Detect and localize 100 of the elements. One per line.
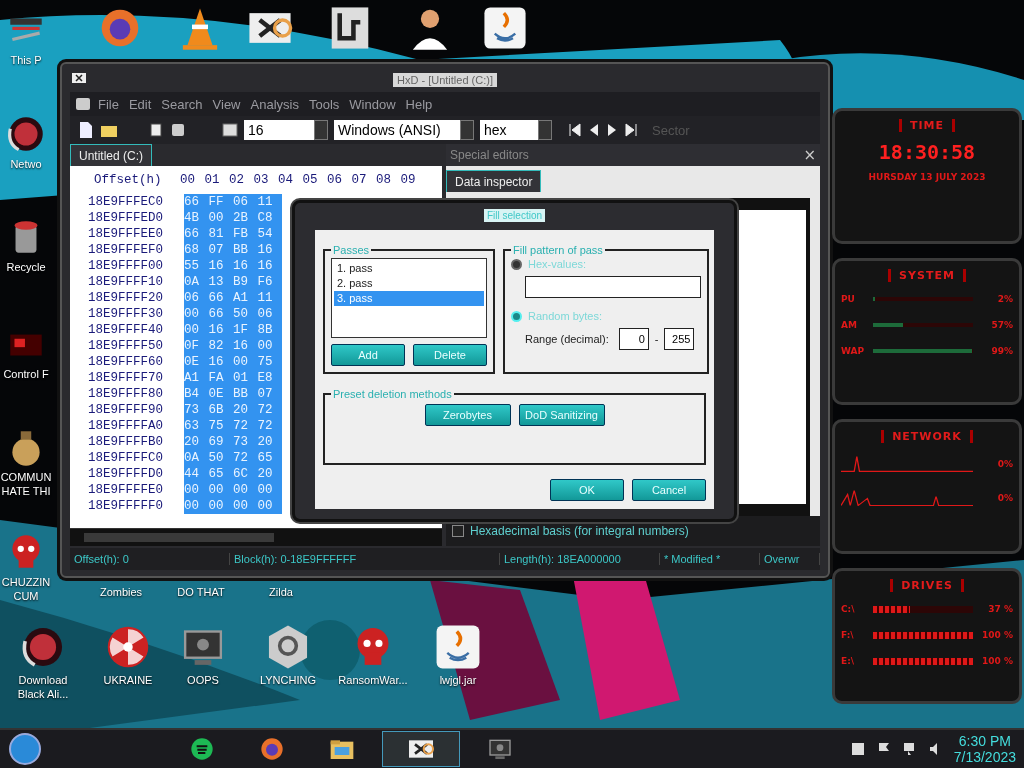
range-from-field[interactable]: 0 — [618, 328, 649, 350]
java-cup-icon[interactable] — [481, 4, 529, 52]
new-file-icon[interactable] — [78, 121, 94, 139]
meter-value: 100 % — [981, 656, 1013, 667]
byte-cell: 50 — [233, 306, 258, 322]
byte-cell: 00 — [257, 482, 282, 498]
byte-cell: 75 — [208, 418, 233, 434]
range-to-field[interactable]: 255 — [664, 328, 695, 350]
offset-cell-text: 18E9FFFF20 — [88, 291, 164, 305]
tray-date[interactable]: 7/13/2023 — [953, 749, 1016, 765]
byte-cell: 69 — [208, 434, 233, 450]
byte-cell: 00 — [233, 354, 258, 370]
menu-item[interactable]: Window — [345, 96, 400, 112]
gadget-title: NETWORK — [881, 429, 973, 443]
byte-cell: C8 — [257, 210, 282, 226]
byte-cell: 55 — [184, 258, 209, 274]
menu-item[interactable]: Search — [157, 96, 207, 112]
offset-cell-text: 18E9FFFF60 — [88, 355, 164, 369]
gadget-title: DRIVES — [890, 579, 964, 593]
byte-cell: BB — [233, 386, 258, 402]
byte-cell: A1 — [233, 290, 258, 306]
icon-label[interactable]: UKRAINE — [103, 674, 153, 688]
byte-cell: 66 — [184, 226, 209, 242]
icon-label[interactable]: Download Black Ali... — [17, 674, 69, 702]
icon-label[interactable]: OOPS — [187, 674, 219, 688]
menu-item[interactable]: Edit — [124, 96, 156, 112]
inspector-tab[interactable]: Data inspector — [446, 170, 542, 192]
menu-item[interactable]: Analysis — [246, 96, 303, 112]
icon-label[interactable]: Zilda — [269, 586, 293, 600]
column-header: 00 — [180, 173, 196, 187]
meter-label: AM — [841, 319, 858, 330]
offset-cell-text: 18E9FFFFB0 — [88, 435, 164, 449]
byte-cell: E8 — [257, 370, 282, 386]
icon-label[interactable]: CHUZZIN CUM — [1, 576, 51, 604]
last-icon[interactable] — [624, 123, 638, 137]
taskbar-app[interactable] — [382, 731, 460, 767]
group-title: Preset deletion methods — [332, 388, 453, 400]
scrollbar[interactable] — [70, 528, 442, 546]
menu-item[interactable]: Tools — [304, 96, 344, 112]
close-button[interactable]: × — [803, 146, 816, 164]
byte-cell: 16 — [233, 258, 258, 274]
icon-label[interactable]: Recycle — [6, 261, 46, 275]
byte-cell: 1F — [233, 322, 258, 338]
offset-cell-text: 18E9FFFF50 — [88, 339, 164, 353]
browser-icon[interactable] — [258, 735, 286, 763]
byte-cell: 16 — [233, 338, 258, 354]
offset-cell-text: 18E9FFFF90 — [88, 403, 164, 417]
drive-label: F:\ — [841, 630, 855, 641]
byte-cell: 20 — [184, 434, 209, 450]
icon-label[interactable]: Control F — [3, 368, 49, 382]
menu-item[interactable]: Help — [401, 96, 437, 112]
drive-label: C:\ — [841, 604, 856, 615]
offset-cell-text: 18E9FFFF40 — [88, 323, 164, 337]
meter-value: 100 % — [981, 630, 1013, 641]
byte-cell: 4B — [184, 210, 209, 226]
byte-cell: 00 — [233, 498, 258, 514]
charset-dropdown[interactable]: Windows (ANSI) — [334, 120, 474, 140]
hex-values-field[interactable] — [525, 276, 701, 298]
first-icon[interactable] — [568, 123, 582, 137]
byte-cell: 00 — [208, 482, 233, 498]
offset-cell-text: 18E9FFFFA0 — [88, 419, 164, 433]
list-item[interactable]: 2. pass — [334, 276, 484, 291]
offset-cell-text: 18E9FFFEC0 — [88, 195, 164, 209]
status-text: Block(h): 0-18E9FFFFFF — [230, 553, 500, 565]
icon-label[interactable]: LYNCHING — [260, 674, 316, 688]
byte-cell: 06 — [257, 306, 282, 322]
menu-item[interactable]: View — [208, 96, 245, 112]
byte-cell: 01 — [233, 370, 258, 386]
music-app-icon[interactable] — [188, 735, 216, 763]
byte-cell: 72 — [257, 418, 282, 434]
icon-label[interactable]: RansomWar... — [338, 674, 408, 688]
icon-label[interactable]: Zombies — [99, 586, 143, 600]
document-tab[interactable]: Untitled (C:) — [70, 144, 152, 166]
byte-cell: 63 — [184, 418, 209, 434]
byte-cell: 13 — [208, 274, 233, 290]
status-text: Offset(h): 0 — [70, 553, 230, 565]
icon-label[interactable]: COMMUN HATE THI — [0, 471, 52, 499]
offset-base-dropdown[interactable]: hex — [480, 120, 552, 140]
byte-cell: FF — [208, 194, 233, 210]
list-item[interactable]: 3. pass — [334, 291, 484, 306]
column-header: Offset(h) — [93, 173, 163, 187]
byte-cell: 72 — [257, 402, 282, 418]
start-button[interactable] — [8, 732, 42, 766]
byte-cell: 65 — [208, 466, 233, 482]
radio-button[interactable] — [511, 258, 522, 270]
checkbox[interactable] — [452, 525, 464, 537]
byte-cell: 00 — [184, 306, 209, 322]
menu-item[interactable]: File — [94, 96, 123, 112]
byte-cell: 00 — [208, 210, 233, 226]
byte-cell: 00 — [184, 322, 209, 338]
next-icon[interactable] — [606, 123, 618, 137]
range-label: Range (decimal): — [525, 333, 609, 345]
icon-label[interactable]: lwjgl.jar — [439, 674, 477, 688]
previous-icon[interactable] — [588, 123, 600, 137]
byte-cell: 81 — [208, 226, 233, 242]
icon-label[interactable]: DO THAT — [177, 586, 225, 600]
tray-time[interactable]: 6:30 PM — [958, 733, 1011, 749]
list-item[interactable]: 1. pass — [334, 261, 484, 276]
byte-cell: 50 — [208, 450, 233, 466]
bytes-per-row-dropdown[interactable]: 16 — [244, 120, 328, 140]
